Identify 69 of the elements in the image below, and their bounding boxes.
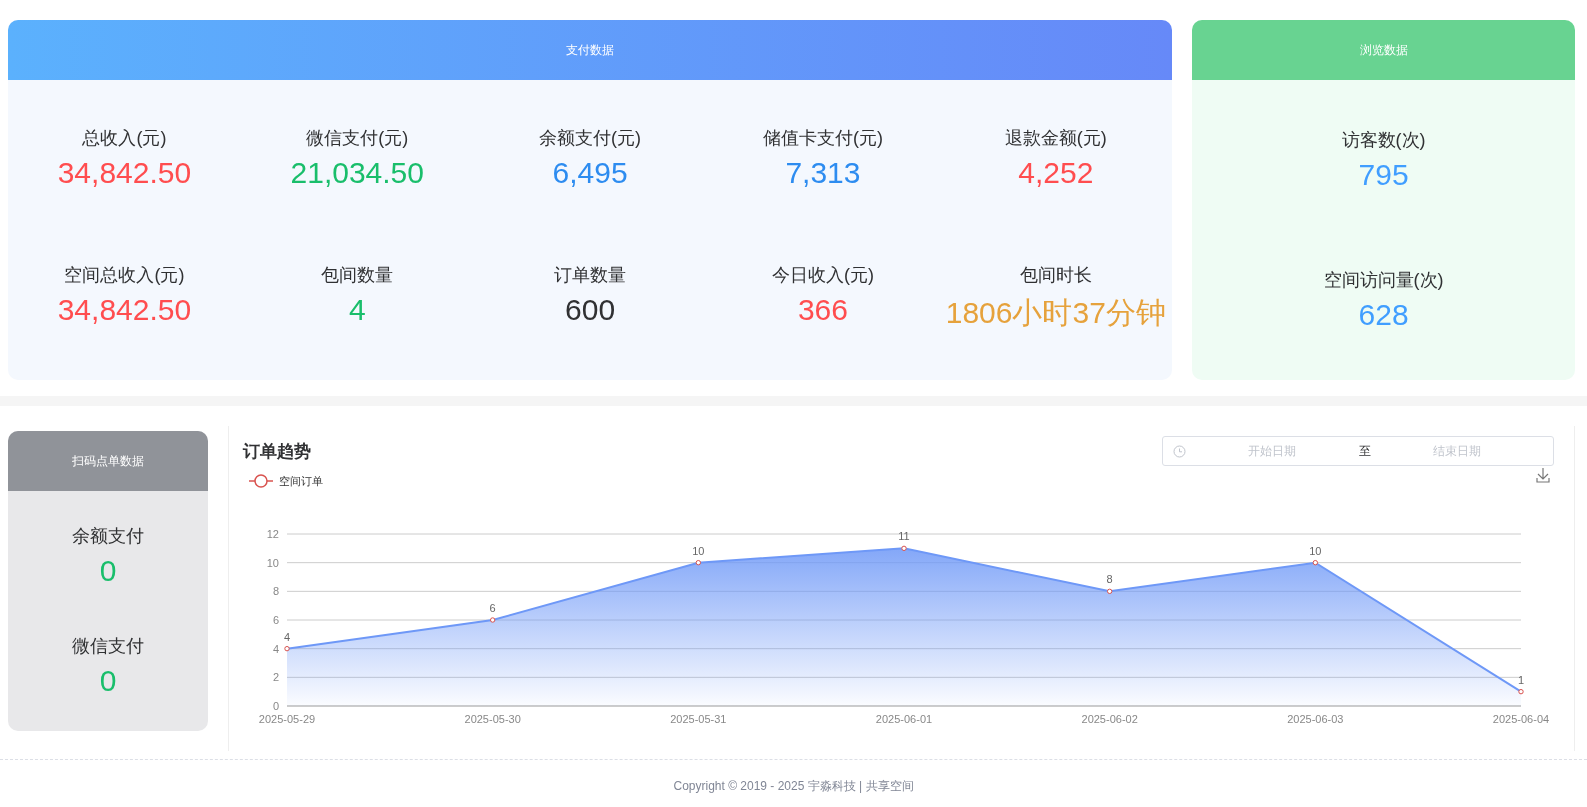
stat-label: 余额支付 <box>72 525 144 548</box>
stat-label: 空间访问量(次) <box>1323 269 1444 292</box>
stat-label: 访客数(次) <box>1341 129 1426 152</box>
stat-label: 空间总收入(元) <box>64 263 185 287</box>
panel-header: 扫码点单数据 <box>8 431 208 491</box>
x-axis-label: 2025-06-01 <box>875 713 933 725</box>
y-axis-tick: 0 <box>272 700 279 712</box>
x-axis-label: 2025-05-31 <box>670 713 727 725</box>
x-axis-label: 2025-06-02 <box>1081 713 1138 725</box>
data-point <box>1312 559 1319 566</box>
y-axis-tick: 2 <box>272 671 279 684</box>
y-axis-tick: 10 <box>266 556 279 569</box>
stat-value: 0 <box>99 554 117 588</box>
stat-label: 总收入(元) <box>82 127 167 151</box>
range-separator: 至 <box>1358 442 1371 460</box>
y-axis-tick: 4 <box>272 642 279 655</box>
clock-icon <box>1173 444 1186 458</box>
stat-value: 628 <box>1358 298 1409 332</box>
data-point <box>1518 688 1524 695</box>
stat-value: 7,313 <box>785 156 861 191</box>
stat-label: 微信支付 <box>72 635 144 658</box>
panel-header: 浏览数据 <box>1192 20 1575 80</box>
stat-label: 储值卡支付(元) <box>762 127 883 151</box>
copyright-text: Copyright © 2019 - 2025 宇淼科技 | 共享空间 <box>673 778 914 795</box>
y-axis-tick: 6 <box>272 614 279 626</box>
stat-label: 退款金额(元) <box>1004 127 1107 151</box>
stat-value: 600 <box>565 292 616 327</box>
data-point <box>901 545 907 552</box>
stat-value: 0 <box>99 664 117 698</box>
date-range-field[interactable]: 开始日期 至 结束日期 <box>1162 436 1554 466</box>
start-date-placeholder: 开始日期 <box>1247 442 1298 460</box>
stat-value: 4,252 <box>1018 156 1094 191</box>
data-label: 6 <box>489 602 496 614</box>
data-point <box>284 645 290 652</box>
data-label: 1 <box>1517 673 1525 686</box>
stat-value: 4 <box>348 292 366 327</box>
stat-value: 21,034.50 <box>290 156 424 191</box>
chart-title: 订单趋势 <box>243 440 311 463</box>
data-label: 4 <box>283 630 291 643</box>
data-point <box>489 617 496 623</box>
data-label: 10 <box>1309 544 1322 557</box>
stat-label: 余额支付(元) <box>539 127 642 151</box>
download-icon[interactable] <box>1536 467 1550 483</box>
stat-value: 34,842.50 <box>57 156 192 191</box>
stat-value: 6,495 <box>552 156 628 191</box>
legend-label: 空间订单 <box>279 475 323 487</box>
stat-label: 今日收入(元) <box>771 263 874 287</box>
stat-label: 微信支付(元) <box>306 127 409 151</box>
data-label: 11 <box>898 530 910 543</box>
stat-label: 订单数量 <box>554 263 627 287</box>
y-axis-tick: 8 <box>272 585 279 598</box>
x-axis-label: 2025-06-03 <box>1287 713 1344 725</box>
data-point <box>695 559 702 566</box>
stat-value: 795 <box>1358 158 1409 192</box>
data-point <box>1106 588 1113 595</box>
data-label: 10 <box>692 544 705 557</box>
stat-value: 1806小时37分钟 <box>945 294 1166 331</box>
panel-header: 支付数据 <box>8 20 1173 80</box>
chart-legend-marker[interactable] <box>248 474 274 488</box>
x-axis-label: 2025-05-29 <box>258 713 316 725</box>
end-date-placeholder: 结束日期 <box>1431 442 1482 460</box>
stat-value: 366 <box>797 292 848 327</box>
stat-label: 包间数量 <box>321 263 394 287</box>
x-axis-label: 2025-06-04 <box>1492 713 1550 725</box>
data-label: 8 <box>1106 573 1113 586</box>
x-axis-label: 2025-05-30 <box>464 713 521 725</box>
stat-value: 34,842.50 <box>57 292 192 327</box>
y-axis-tick: 12 <box>266 528 279 540</box>
stat-label: 包间时长 <box>1019 263 1092 287</box>
